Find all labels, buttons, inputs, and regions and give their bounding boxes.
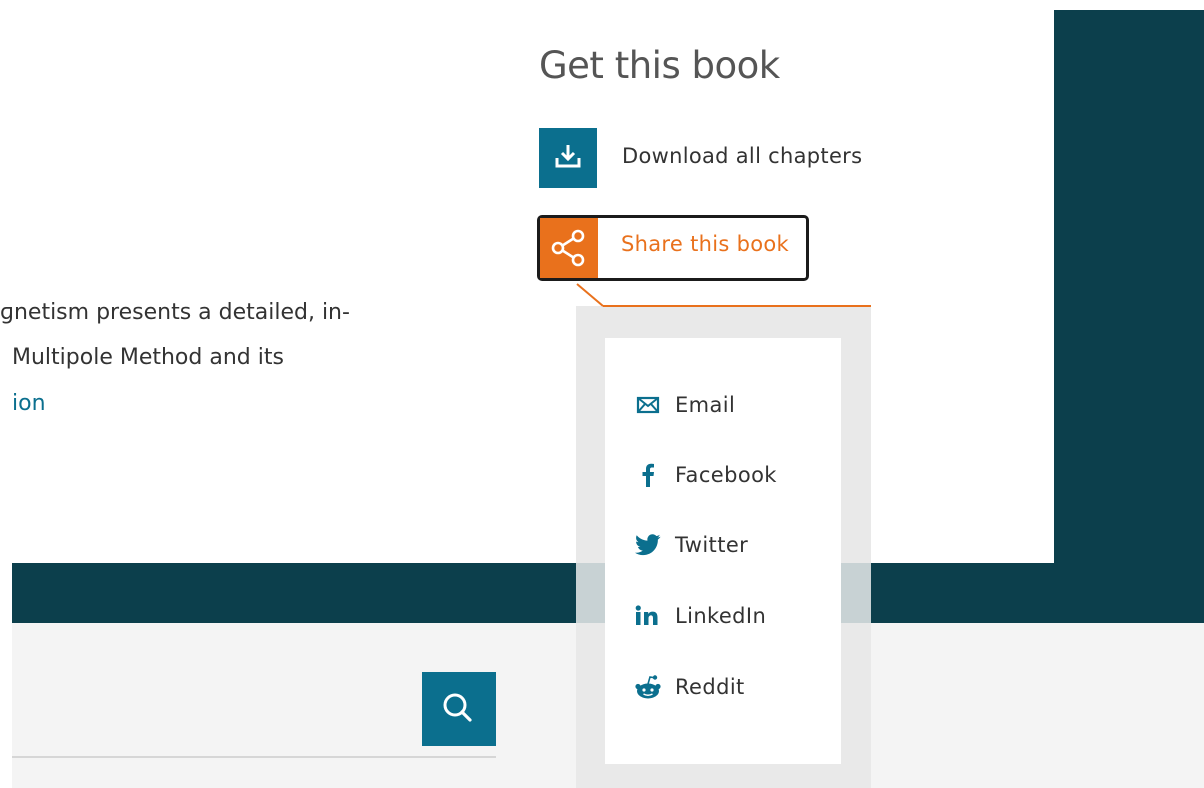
- share-linkedin-item[interactable]: LinkedIn: [633, 604, 766, 628]
- teal-side-panel: [1054, 10, 1204, 623]
- search-input[interactable]: [12, 756, 496, 758]
- main-content-area: [12, 0, 1054, 563]
- book-description-line: ɡnetism presents a detailed, in-: [0, 300, 350, 325]
- search-icon: [443, 693, 472, 722]
- download-all-link[interactable]: Download all chapters: [622, 144, 862, 168]
- search-button[interactable]: [422, 672, 496, 746]
- share-this-book-button[interactable]: Share this book: [537, 215, 809, 281]
- get-book-heading: Get this book: [539, 44, 780, 87]
- share-linkedin-label: LinkedIn: [675, 604, 767, 628]
- share-email-item[interactable]: Email: [633, 393, 735, 417]
- linkedin-icon: [633, 605, 663, 627]
- email-icon: [633, 395, 663, 415]
- book-description-line: Multipole Method and its: [12, 345, 284, 370]
- share-email-label: Email: [675, 393, 736, 417]
- share-menu-pointer: [576, 283, 604, 307]
- share-icon: [540, 218, 598, 278]
- download-icon: [555, 145, 581, 168]
- share-twitter-item[interactable]: Twitter: [633, 533, 748, 557]
- twitter-icon: [633, 534, 663, 556]
- facebook-icon: [633, 463, 663, 487]
- share-reddit-label: Reddit: [675, 675, 745, 699]
- share-facebook-label: Facebook: [675, 463, 777, 487]
- download-all-button[interactable]: [539, 128, 597, 188]
- reddit-icon: [633, 674, 663, 700]
- share-reddit-item[interactable]: Reddit: [633, 674, 745, 700]
- share-this-book-label: Share this book: [621, 232, 789, 256]
- share-menu-top-border: [603, 305, 871, 307]
- share-menu-list: Email Facebook Twitter LinkedIn Reddit: [605, 338, 841, 764]
- share-facebook-item[interactable]: Facebook: [633, 463, 777, 487]
- read-more-link[interactable]: ion: [12, 391, 46, 416]
- share-twitter-label: Twitter: [675, 533, 749, 557]
